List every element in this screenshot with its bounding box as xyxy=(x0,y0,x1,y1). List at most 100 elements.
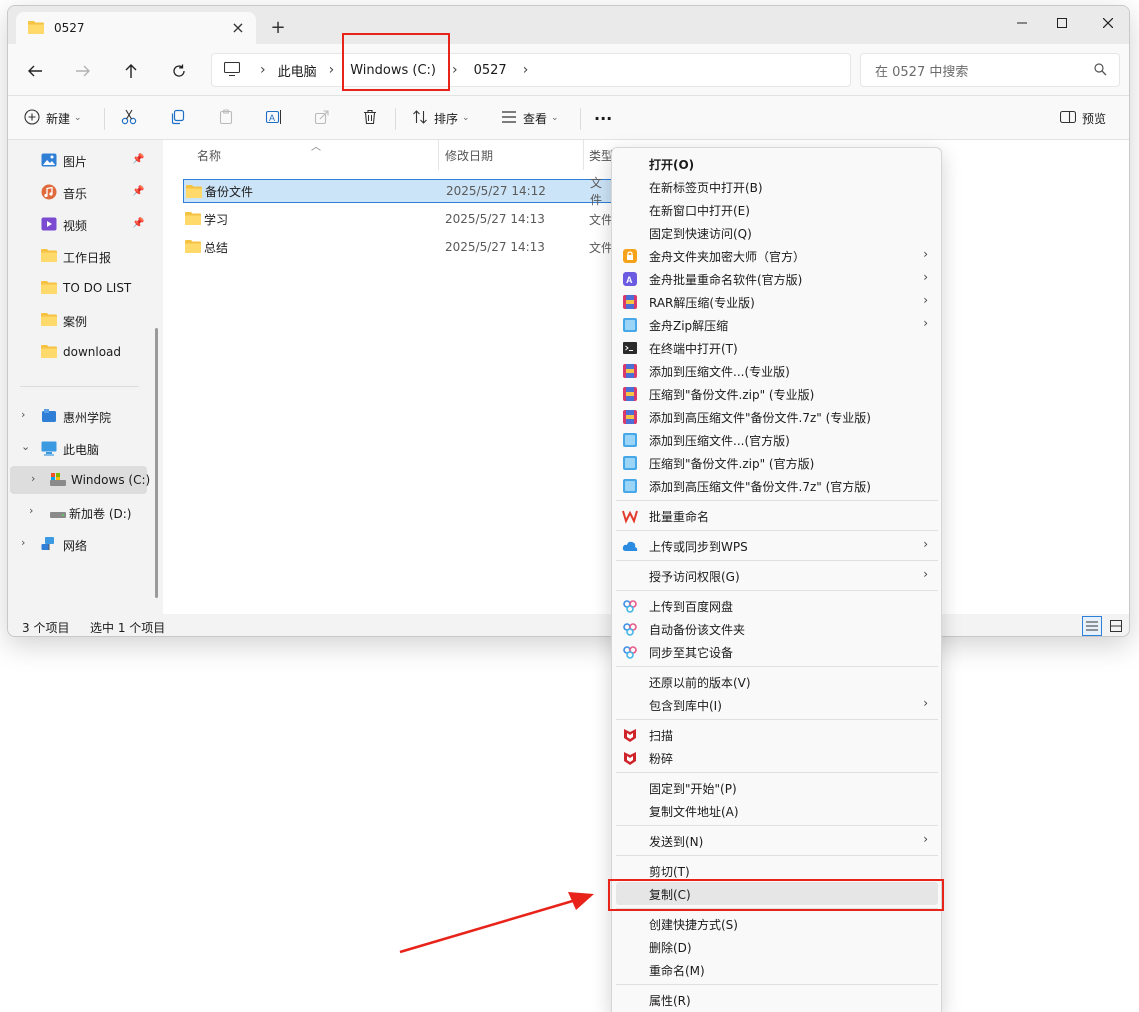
sidebar-item-drive-c[interactable]: › Windows (C:) xyxy=(10,466,150,494)
column-header-type[interactable]: 类型 xyxy=(589,140,613,170)
cut-button[interactable] xyxy=(121,106,137,130)
menu-item-copy-path[interactable]: 复制文件地址(A) xyxy=(616,799,938,822)
sidebar-item-todo-list[interactable]: TO DO LIST xyxy=(8,274,153,302)
sidebar-item-this-pc[interactable]: ⌄ 此电脑 xyxy=(8,434,153,462)
breadcrumb-0527[interactable]: 0527 xyxy=(466,63,515,78)
sidebar-item-drive-d[interactable]: › 新加卷 (D:) xyxy=(8,498,153,526)
tiles-view-icon[interactable] xyxy=(1106,616,1126,636)
address-bar[interactable]: › 此电脑 › Windows (C:) › 0527 › xyxy=(211,53,851,87)
chevron-right-icon: › xyxy=(923,567,928,581)
sidebar-item-label: 惠州学院 xyxy=(63,411,112,425)
menu-item-pin-start[interactable]: 固定到"开始"(P) xyxy=(616,776,938,799)
sidebar-item-network[interactable]: › 网络 xyxy=(8,530,153,558)
paste-button[interactable] xyxy=(218,106,234,130)
menu-item-rename[interactable]: 重命名(M) xyxy=(616,958,938,981)
tab-0527[interactable]: 0527 × xyxy=(16,12,256,44)
pin-icon[interactable]: 📌 xyxy=(132,218,144,229)
view-list-icon xyxy=(501,110,517,127)
file-row-backup[interactable]: 备份文件 2025/5/27 14:12 文件 xyxy=(183,176,613,207)
menu-item-baidu-sync[interactable]: 同步至其它设备 xyxy=(616,640,938,663)
sidebar-item-cases[interactable]: 案例 xyxy=(8,306,153,334)
menu-item-compress-7z-official[interactable]: 添加到高压缩文件"备份文件.7z" (官方版) xyxy=(616,474,938,497)
column-divider[interactable] xyxy=(583,140,584,170)
menu-item-rar-extract[interactable]: RAR解压缩(专业版) › xyxy=(616,290,938,313)
menu-item-baidu-backup[interactable]: 自动备份该文件夹 xyxy=(616,617,938,640)
column-divider[interactable] xyxy=(438,140,439,170)
menu-item-delete[interactable]: 删除(D) xyxy=(616,935,938,958)
file-explorer-window: 0527 × + › 此电脑 › Windows (C:) › 0527 › 在… xyxy=(7,5,1130,637)
new-button[interactable]: 新建 ⌄ xyxy=(24,106,82,130)
menu-item-folder-encrypt[interactable]: 金舟文件夹加密大师（官方） › xyxy=(616,244,938,267)
copy-button[interactable] xyxy=(170,106,186,130)
search-input[interactable]: 在 0527 中搜索 xyxy=(860,53,1120,87)
menu-item-add-archive-official[interactable]: 添加到压缩文件...(官方版) xyxy=(616,428,938,451)
details-view-icon[interactable] xyxy=(1082,616,1102,636)
menu-item-compress-7z-pro[interactable]: 添加到高压缩文件"备份文件.7z" (专业版) xyxy=(616,405,938,428)
view-button[interactable]: 查看 ⌄ xyxy=(501,106,559,130)
back-arrow-icon[interactable] xyxy=(22,58,48,84)
chevron-right-icon[interactable]: › xyxy=(21,408,25,421)
delete-button[interactable] xyxy=(362,106,378,130)
menu-item-label: 压缩到"备份文件.zip" (官方版) xyxy=(649,457,815,471)
menu-item-restore-versions[interactable]: 还原以前的版本(V) xyxy=(616,670,938,693)
new-tab-button[interactable]: + xyxy=(266,16,290,40)
pin-icon[interactable]: 📌 xyxy=(132,186,144,197)
chevron-down-icon: ⌄ xyxy=(462,113,470,123)
menu-item-wps-upload[interactable]: 上传或同步到WPS › xyxy=(616,534,938,557)
menu-item-include-library[interactable]: 包含到库中(I) › xyxy=(616,693,938,716)
menu-item-properties[interactable]: 属性(R) xyxy=(616,988,938,1011)
paste-icon xyxy=(218,108,234,128)
file-row-study[interactable]: 学习 2025/5/27 14:13 文件 xyxy=(183,207,613,231)
file-row-summary[interactable]: 总结 2025/5/27 14:13 文件 xyxy=(183,235,613,259)
view-label: 查看 xyxy=(523,111,548,126)
breadcrumb-this-pc[interactable]: 此电脑 xyxy=(270,61,325,80)
up-arrow-icon[interactable] xyxy=(118,58,144,84)
menu-item-compress-zip-official[interactable]: 压缩到"备份文件.zip" (官方版) xyxy=(616,451,938,474)
menu-item-shred[interactable]: 粉碎 xyxy=(616,746,938,769)
preview-button[interactable]: 预览 xyxy=(1059,106,1106,130)
chevron-right-icon[interactable]: › xyxy=(519,62,533,78)
menu-item-send-to[interactable]: 发送到(N) › xyxy=(616,829,938,852)
annotation-highlight-drive-c xyxy=(342,33,450,91)
menu-item-open-new-window[interactable]: 在新窗口中打开(E) xyxy=(616,198,938,221)
menu-item-pin-quick-access[interactable]: 固定到快速访问(Q) xyxy=(616,221,938,244)
menu-item-add-archive-pro[interactable]: 添加到压缩文件...(专业版) xyxy=(616,359,938,382)
sidebar-item-download[interactable]: download xyxy=(8,338,153,366)
maximize-icon[interactable] xyxy=(1039,6,1085,40)
forward-arrow-icon[interactable] xyxy=(70,58,96,84)
menu-item-wps-batch-rename[interactable]: 批量重命名 xyxy=(616,504,938,527)
menu-item-baidu-upload[interactable]: 上传到百度网盘 xyxy=(616,594,938,617)
chevron-right-icon[interactable]: › xyxy=(31,472,35,485)
menu-item-scan[interactable]: 扫描 xyxy=(616,723,938,746)
sidebar-item-pictures[interactable]: 图片 📌 xyxy=(8,146,153,174)
pin-icon[interactable]: 📌 xyxy=(132,154,144,165)
menu-item-open-terminal[interactable]: 在终端中打开(T) xyxy=(616,336,938,359)
sidebar-item-label: 案例 xyxy=(63,315,88,329)
chevron-down-icon[interactable]: ⌄ xyxy=(21,440,30,453)
menu-item-open[interactable]: 打开(O) xyxy=(616,152,938,175)
rename-button[interactable]: A xyxy=(265,106,283,130)
more-options-button[interactable]: ··· xyxy=(594,106,612,130)
sidebar-scrollbar[interactable] xyxy=(155,328,158,598)
file-type: 文件 xyxy=(589,240,614,255)
menu-item-grant-access[interactable]: 授予访问权限(G) › xyxy=(616,564,938,587)
chevron-right-icon[interactable]: › xyxy=(29,504,33,517)
share-button[interactable] xyxy=(314,106,330,130)
menu-item-batch-rename-app[interactable]: A 金舟批量重命名软件(官方版) › xyxy=(616,267,938,290)
sidebar-item-work-report[interactable]: 工作日报 xyxy=(8,242,153,270)
refresh-icon[interactable] xyxy=(166,58,192,84)
sort-button[interactable]: 排序 ⌄ xyxy=(412,106,470,130)
sidebar-item-huizhou-university[interactable]: › 惠州学院 xyxy=(8,402,153,430)
chevron-right-icon[interactable]: › xyxy=(21,536,25,549)
tab-close-icon[interactable]: × xyxy=(228,18,248,38)
column-header-name[interactable]: 名称 xyxy=(197,140,221,170)
close-window-icon[interactable] xyxy=(1085,6,1129,40)
menu-item-zip-extract[interactable]: 金舟Zip解压缩 › xyxy=(616,313,938,336)
menu-item-create-shortcut[interactable]: 创建快捷方式(S) xyxy=(616,912,938,935)
sidebar-item-music[interactable]: 音乐 📌 xyxy=(8,178,153,206)
column-header-date[interactable]: 修改日期 xyxy=(445,140,493,170)
file-date: 2025/5/27 14:12 xyxy=(446,184,546,198)
menu-item-open-new-tab[interactable]: 在新标签页中打开(B) xyxy=(616,175,938,198)
sidebar-item-videos[interactable]: 视频 📌 xyxy=(8,210,153,238)
menu-item-compress-zip-pro[interactable]: 压缩到"备份文件.zip" (专业版) xyxy=(616,382,938,405)
